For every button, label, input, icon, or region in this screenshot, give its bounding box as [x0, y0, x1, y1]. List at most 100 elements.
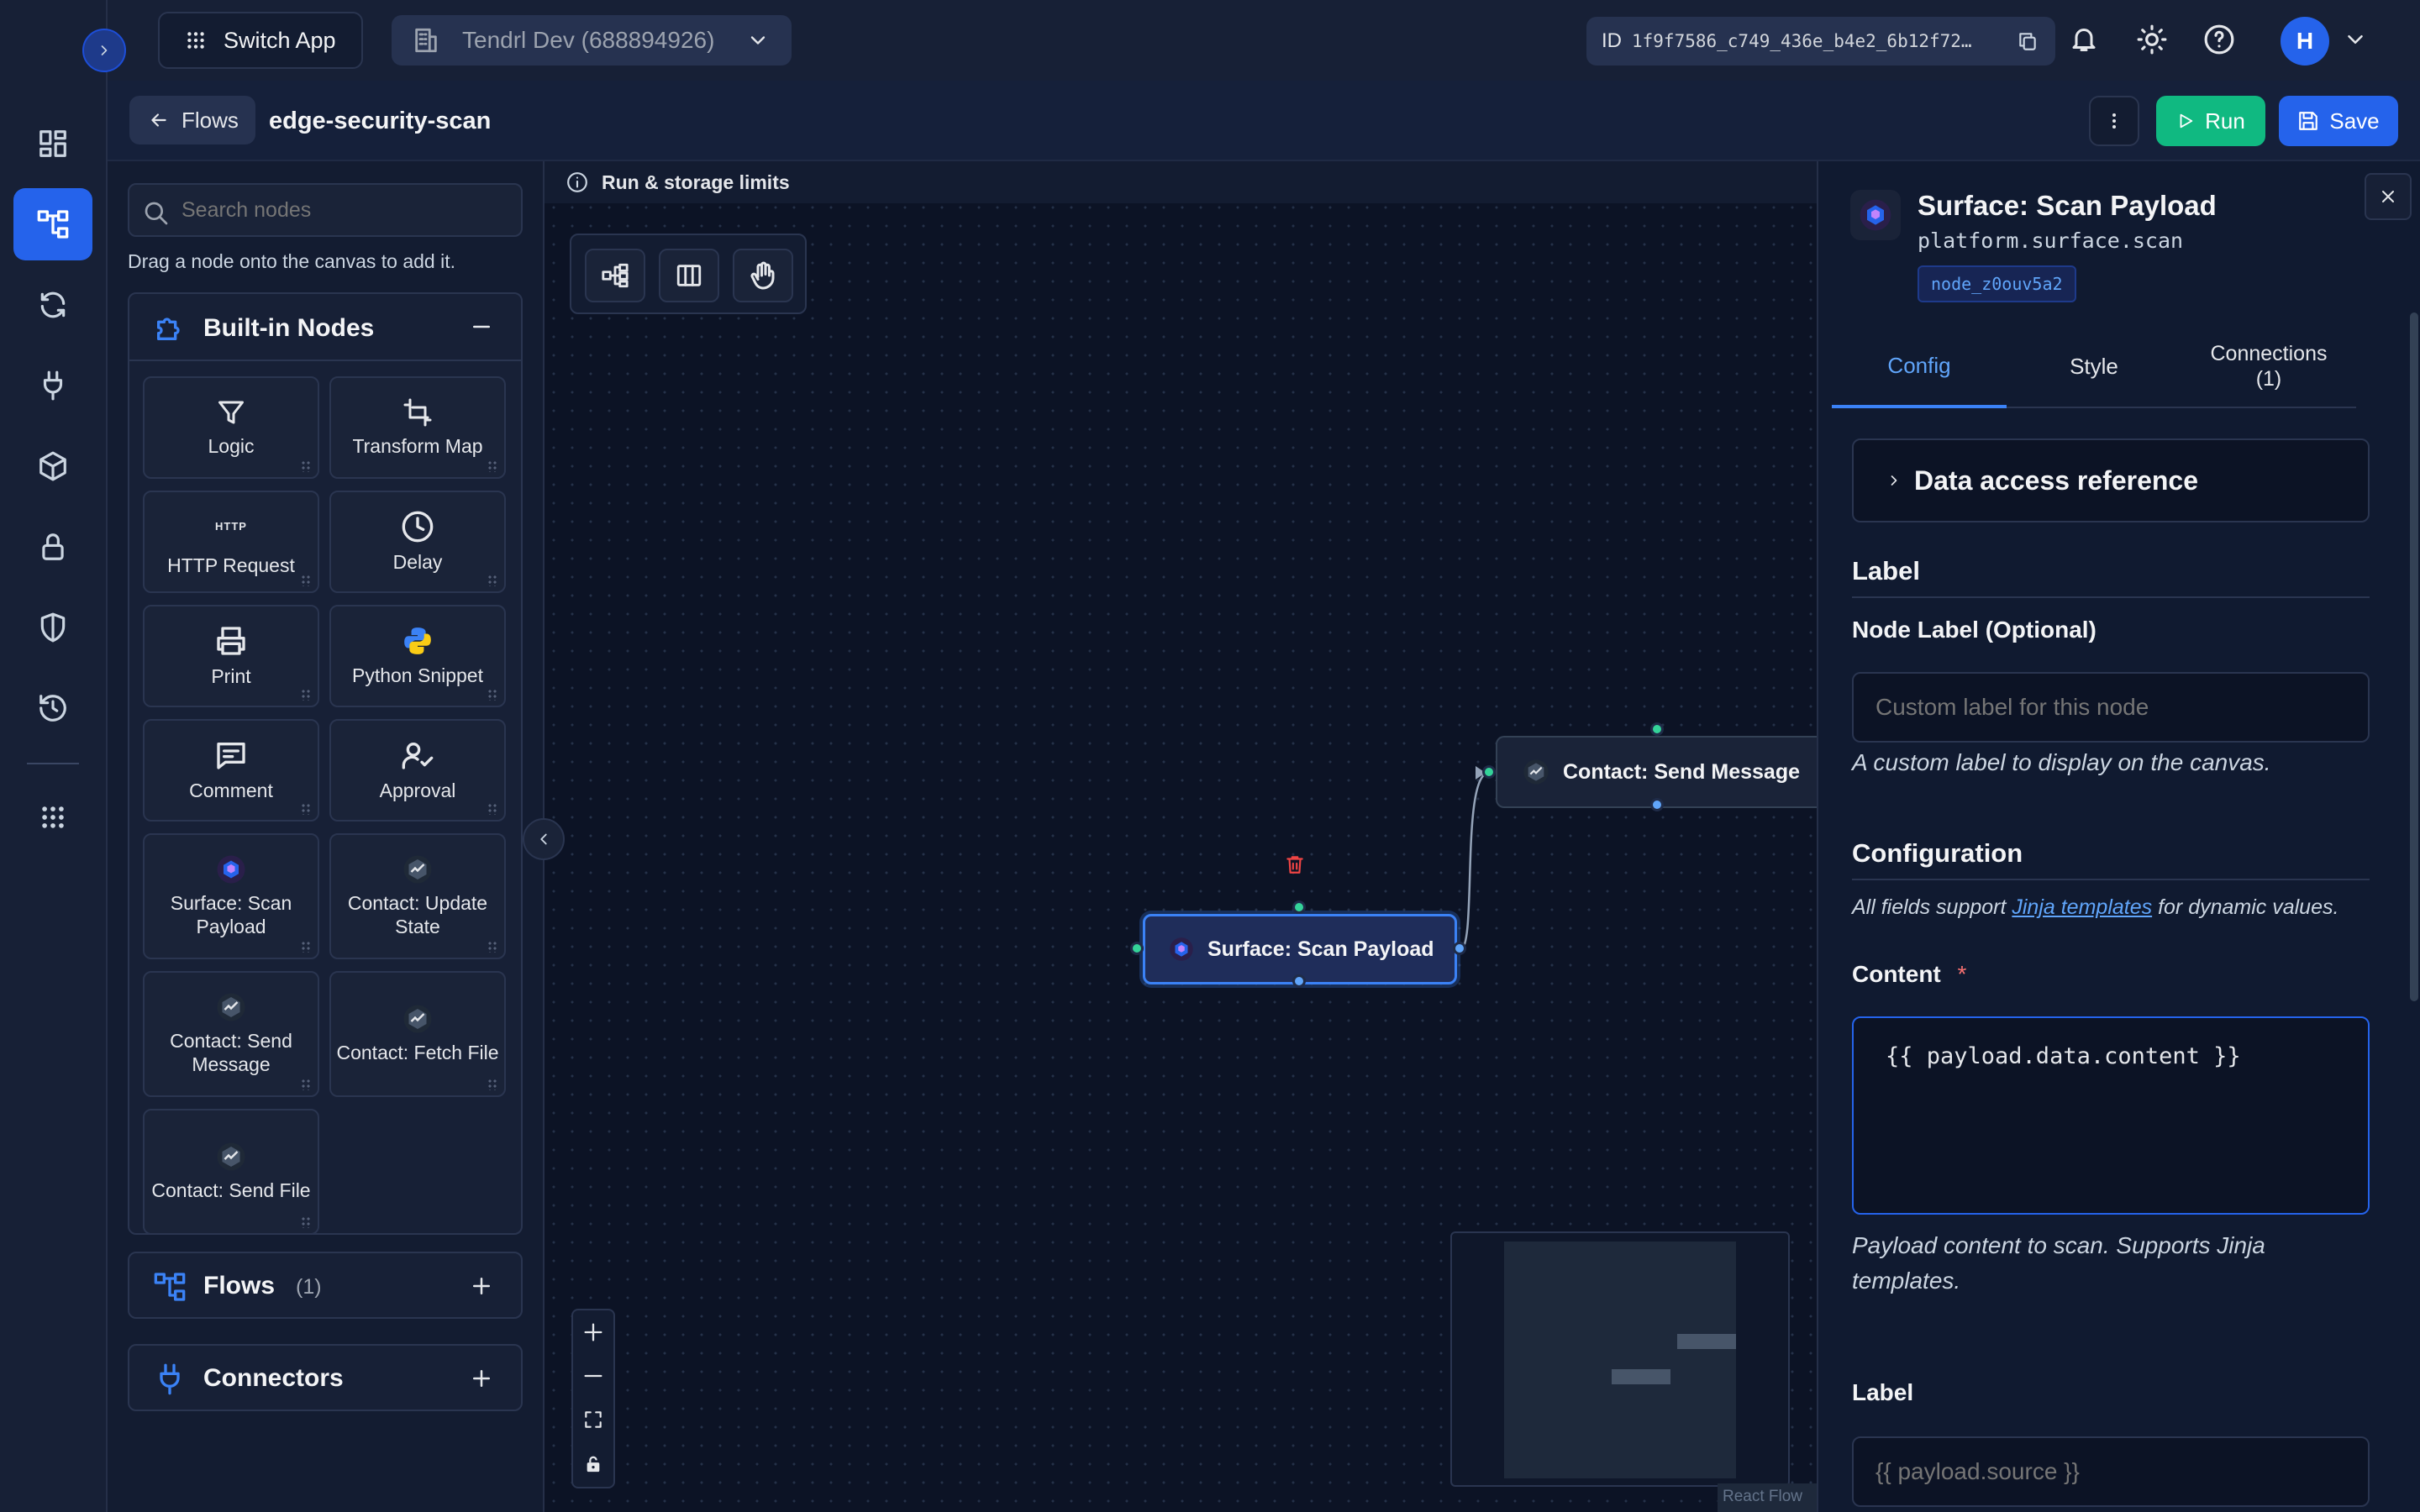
- builtin-nodes-header[interactable]: Built-in Nodes: [129, 294, 521, 361]
- minimap-viewport: [1504, 1242, 1736, 1478]
- rail-more[interactable]: [13, 781, 92, 853]
- node-handle-bottom[interactable]: [1650, 798, 1664, 811]
- node-handle-bottom[interactable]: [1292, 974, 1306, 988]
- notifications-button[interactable]: [2069, 24, 2099, 54]
- tab-connections[interactable]: Connections (1): [2181, 326, 2356, 408]
- rail-connectors[interactable]: [13, 349, 92, 422]
- rail-packages[interactable]: [13, 430, 92, 502]
- content-help: Payload content to scan. Supports Jinja …: [1852, 1232, 2265, 1294]
- rail-dashboard[interactable]: [13, 108, 92, 180]
- palette-node-surface-scan-payload[interactable]: Surface: Scan Payload: [143, 833, 319, 959]
- contact-icon: [1523, 759, 1549, 785]
- palette-node-transform-map[interactable]: Transform Map: [329, 376, 506, 479]
- panel-scrollbar[interactable]: [2410, 312, 2418, 1001]
- config-help-pre: All fields support: [1852, 895, 2012, 919]
- rail-security[interactable]: [13, 591, 92, 664]
- tile-label: Comment: [189, 780, 273, 801]
- flows-count: (1): [296, 1275, 322, 1299]
- node-handle-right[interactable]: [1453, 942, 1466, 955]
- node-handle-left[interactable]: [1130, 942, 1144, 955]
- contact-icon: [403, 1005, 432, 1033]
- rail-history[interactable]: [13, 672, 92, 744]
- close-panel-button[interactable]: [2365, 173, 2412, 220]
- flow-canvas[interactable]: Run & storage limits Surface: Scan Paylo…: [523, 161, 1817, 1512]
- palette-node-contact-send-file[interactable]: Contact: Send File: [143, 1109, 319, 1235]
- run-button[interactable]: Run: [2156, 96, 2265, 146]
- rail-sync[interactable]: [13, 269, 92, 341]
- search-input[interactable]: [182, 193, 509, 227]
- content-textarea[interactable]: {{ payload.data.content }}: [1852, 1016, 2370, 1215]
- building-icon: [415, 28, 437, 53]
- node-handle-top[interactable]: [1292, 900, 1306, 914]
- node-label-input[interactable]: [1852, 672, 2370, 743]
- palette-node-python-snippet[interactable]: Python Snippet: [329, 605, 506, 707]
- label-input[interactable]: [1852, 1436, 2370, 1507]
- node-id-badge[interactable]: node_z0ouv5a2: [1918, 265, 2076, 302]
- bell-icon: [2072, 29, 2096, 51]
- node-handle-left[interactable]: [1482, 765, 1496, 779]
- tile-label: Contact: Update State: [347, 892, 488, 937]
- minus-icon: [584, 1374, 602, 1378]
- puzzle-icon: [157, 318, 180, 340]
- http-icon: HTTP: [215, 520, 247, 533]
- clock-icon: [402, 511, 434, 543]
- switch-app-button[interactable]: Switch App: [158, 12, 363, 69]
- more-options-button[interactable]: [2089, 96, 2139, 146]
- palette-node-comment[interactable]: Comment: [143, 719, 319, 822]
- connectors-section[interactable]: Connectors: [128, 1344, 523, 1411]
- rail-secrets[interactable]: [13, 511, 92, 583]
- save-icon: [2299, 112, 2318, 130]
- react-flow-attribution[interactable]: React Flow: [1718, 1483, 1817, 1512]
- label-section-heading: Label: [1852, 556, 1920, 585]
- flows-section[interactable]: Flows (1): [128, 1252, 523, 1319]
- search-nodes-field[interactable]: [128, 183, 523, 237]
- tile-label: Contact: Fetch File: [336, 1042, 499, 1063]
- sync-icon: [40, 291, 66, 318]
- history-icon: [39, 695, 66, 722]
- palette-node-contact-fetch-file[interactable]: Contact: Fetch File: [329, 971, 506, 1097]
- zoom-out-button[interactable]: [573, 1354, 613, 1398]
- plus-icon[interactable]: [469, 1273, 494, 1299]
- configuration-heading: Configuration: [1852, 838, 2023, 868]
- tab-config[interactable]: Config: [1832, 326, 2007, 408]
- palette-node-approval[interactable]: Approval: [329, 719, 506, 822]
- contact-icon: [217, 1142, 245, 1171]
- rail-flows[interactable]: [13, 188, 92, 260]
- theme-toggle-button[interactable]: [2136, 24, 2168, 55]
- rail-toggle-button[interactable]: [82, 29, 126, 72]
- instance-id-box: ID 1f9f7586_c749_436e_b4e2_6b12f72…: [1586, 17, 2055, 66]
- palette-node-print[interactable]: Print: [143, 605, 319, 707]
- collapse-minus-icon[interactable]: [469, 314, 494, 339]
- plug-icon: [160, 1363, 180, 1395]
- tab-label: Connections (1): [2210, 342, 2328, 391]
- help-button[interactable]: [2203, 24, 2235, 55]
- palette-node-delay[interactable]: Delay: [329, 491, 506, 593]
- copy-icon[interactable]: [2017, 30, 2039, 52]
- label-field-title: Label: [1852, 1379, 1914, 1405]
- minimap[interactable]: [1450, 1231, 1790, 1487]
- node-label-title: Node Label (Optional): [1852, 617, 2096, 643]
- jinja-templates-link[interactable]: Jinja templates: [2012, 895, 2152, 919]
- lock-canvas-button[interactable]: [573, 1441, 613, 1487]
- palette-node-http-request[interactable]: HTTP HTTP Request: [143, 491, 319, 593]
- palette-node-logic[interactable]: Logic: [143, 376, 319, 479]
- tab-label: Config: [1887, 352, 1951, 378]
- palette-node-contact-update-state[interactable]: Contact: Update State: [329, 833, 506, 959]
- data-access-reference-accordion[interactable]: Data access reference: [1852, 438, 2370, 522]
- chevron-down-icon: [750, 36, 765, 45]
- user-menu-button[interactable]: [2343, 27, 2368, 52]
- delete-node-button[interactable]: [1284, 853, 1306, 875]
- plus-icon[interactable]: [469, 1366, 494, 1391]
- fit-view-button[interactable]: [573, 1398, 613, 1441]
- node-palette-sidebar: Drag a node onto the canvas to add it. B…: [108, 161, 544, 1512]
- workspace-selector[interactable]: Tendrl Dev (688894926): [392, 15, 792, 66]
- tab-style[interactable]: Style: [2007, 326, 2181, 408]
- node-handle-top[interactable]: [1650, 722, 1664, 736]
- palette-node-contact-send-message[interactable]: Contact: Send Message: [143, 971, 319, 1097]
- play-icon: [2180, 113, 2193, 129]
- zoom-in-button[interactable]: [573, 1310, 613, 1354]
- back-to-flows-button[interactable]: Flows: [129, 96, 255, 144]
- back-label: Flows: [182, 107, 239, 133]
- avatar[interactable]: H: [2281, 17, 2329, 66]
- save-button[interactable]: Save: [2279, 96, 2398, 146]
